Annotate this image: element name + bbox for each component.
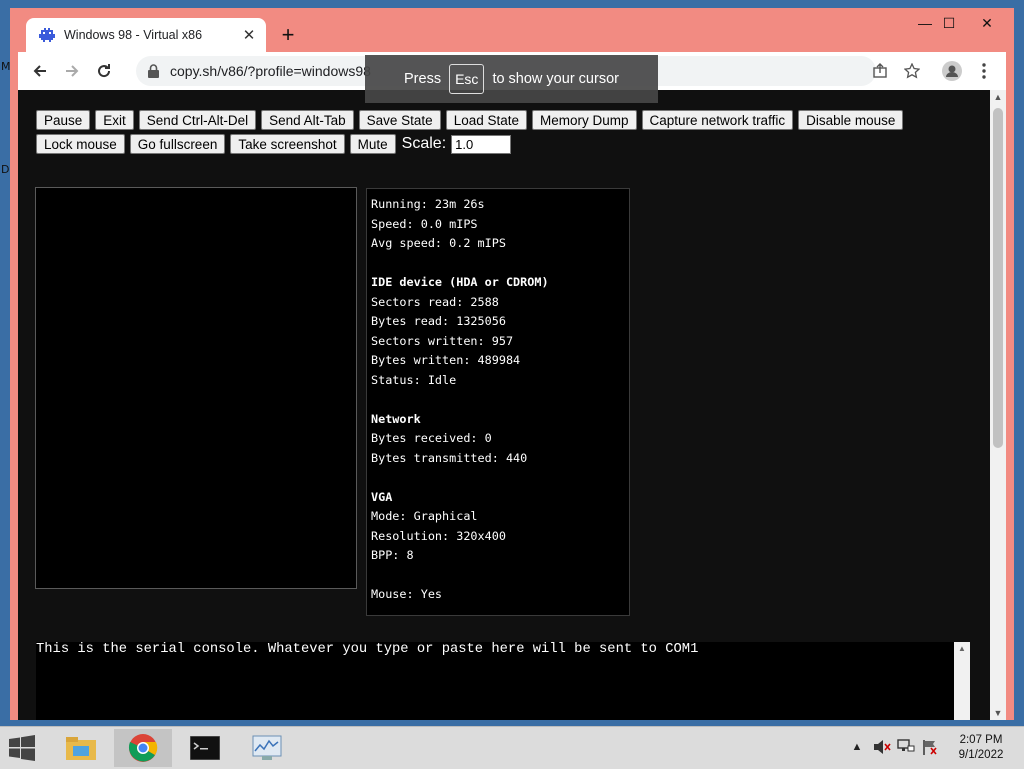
scale-input[interactable] <box>451 134 512 154</box>
stat-sectors-read: Sectors read: 2588 <box>371 294 499 309</box>
taskbar-clock[interactable]: 2:07 PM 9/1/2022 <box>946 733 1016 763</box>
page-scrollbar[interactable]: ▲ ▼ <box>990 90 1006 720</box>
stat-bytes-written: Bytes written: 489984 <box>371 353 521 367</box>
bookmark-star-icon[interactable] <box>900 59 924 83</box>
take-screenshot-button[interactable]: Take screenshot <box>230 134 345 154</box>
start-windows-icon[interactable] <box>8 735 38 761</box>
save-state-button[interactable]: Save State <box>358 110 441 130</box>
new-tab-button[interactable]: + <box>276 24 300 48</box>
mute-button[interactable]: Mute <box>349 134 396 154</box>
share-icon[interactable] <box>868 59 892 83</box>
ide-device-heading: IDE device (HDA or CDROM) <box>371 275 549 289</box>
stat-bytes-read: Bytes read: 1325056 <box>371 314 506 328</box>
clock-date: 9/1/2022 <box>958 749 1004 761</box>
scale-label: Scale: <box>401 135 447 152</box>
performance-monitor-icon[interactable] <box>238 729 296 767</box>
esc-key-badge: Esc <box>449 64 485 94</box>
taskbar: ▲ 2:07 PM 9/1/2022 <box>0 726 1024 769</box>
browser-titlebar: Windows 98 - Virtual x86 ✕ + — ☐ ✕ <box>10 8 1014 52</box>
send-alt-tab-button[interactable]: Send Alt-Tab <box>261 110 354 130</box>
serial-scroll-up-icon[interactable]: ▲ <box>954 642 970 656</box>
memory-dump-button[interactable]: Memory Dump <box>532 110 637 130</box>
network-icon[interactable] <box>896 737 916 757</box>
stat-running: Running: 23m 26s <box>371 197 485 211</box>
stat-bytes-transmitted: Bytes transmitted: 440 <box>371 450 528 465</box>
lock-mouse-button[interactable]: Lock mouse <box>36 134 125 154</box>
reload-icon[interactable] <box>92 59 116 83</box>
command-prompt-icon[interactable] <box>176 729 234 767</box>
emulator-stats-panel: Running: 23m 26s Speed: 0.0 mIPS Avg spe… <box>366 188 630 616</box>
maximize-button[interactable]: ☐ <box>934 12 964 34</box>
stat-vga-resolution: Resolution: 320x400 <box>371 528 506 543</box>
vga-heading: VGA <box>371 489 393 504</box>
pause-button[interactable]: Pause <box>36 110 91 130</box>
control-row-1: Pause Exit Send Ctrl-Alt-Del Send Alt-Ta… <box>36 110 904 130</box>
v86-favicon-icon <box>38 26 56 44</box>
stat-bytes-received: Bytes received: 0 <box>371 431 492 445</box>
toast-message: to show your cursor <box>492 71 619 87</box>
stat-vga-mode: Mode: Graphical <box>371 509 478 523</box>
stat-ide-status: Status: Idle <box>371 372 457 387</box>
page-content: Pause Exit Send Ctrl-Alt-Del Send Alt-Ta… <box>18 90 990 720</box>
clock-time: 2:07 PM <box>959 734 1003 746</box>
disable-mouse-button[interactable]: Disable mouse <box>798 110 904 130</box>
forward-arrow-icon[interactable] <box>60 59 84 83</box>
serial-console-scrollbar[interactable]: ▲ <box>954 642 970 720</box>
network-heading: Network <box>371 411 421 426</box>
scroll-down-arrow-icon[interactable]: ▼ <box>990 706 1006 720</box>
scroll-up-arrow-icon[interactable]: ▲ <box>990 90 1006 104</box>
chrome-icon[interactable] <box>114 729 172 767</box>
stat-vga-bpp: BPP: 8 <box>371 548 414 562</box>
desktop-icon-label-d: D <box>1 163 10 176</box>
emulator-screen[interactable] <box>35 187 357 589</box>
stat-mouse: Mouse: Yes <box>371 587 443 601</box>
file-explorer-icon[interactable] <box>52 729 110 767</box>
tab-title: Windows 98 - Virtual x86 <box>64 28 203 42</box>
back-arrow-icon[interactable] <box>28 59 52 83</box>
profile-avatar-icon[interactable] <box>940 59 964 83</box>
serial-console-text: This is the serial console. Whatever you… <box>36 642 699 657</box>
window-close-button[interactable]: ✕ <box>972 12 1002 34</box>
exit-button[interactable]: Exit <box>95 110 134 130</box>
send-ctrl-alt-del-button[interactable]: Send Ctrl-Alt-Del <box>138 110 257 130</box>
scroll-thumb[interactable] <box>993 108 1003 448</box>
load-state-button[interactable]: Load State <box>445 110 527 130</box>
volume-muted-icon[interactable] <box>872 737 892 757</box>
action-center-flag-icon[interactable] <box>920 737 940 757</box>
go-fullscreen-button[interactable]: Go fullscreen <box>129 134 226 154</box>
url-text: copy.sh/v86/?profile=windows98 <box>170 63 371 79</box>
toast-press-text: Press <box>404 71 442 87</box>
stat-sectors-written: Sectors written: 957 <box>371 333 514 348</box>
capture-network-traffic-button[interactable]: Capture network traffic <box>641 110 794 130</box>
lock-icon <box>146 63 160 79</box>
tab-close-icon[interactable]: ✕ <box>238 24 260 46</box>
tray-overflow-icon[interactable]: ▲ <box>850 737 864 757</box>
stat-speed: Speed: 0.0 mIPS <box>371 216 478 231</box>
fullscreen-esc-toast: Press Esc to show your cursor <box>365 55 658 103</box>
control-row-2: Lock mouse Go fullscreen Take screenshot… <box>36 134 512 154</box>
serial-console-textarea[interactable]: This is the serial console. Whatever you… <box>36 642 954 720</box>
menu-kebab-icon[interactable] <box>972 59 996 83</box>
browser-tab[interactable]: Windows 98 - Virtual x86 ✕ <box>26 18 266 52</box>
stat-avg-speed: Avg speed: 0.2 mIPS <box>371 236 506 250</box>
